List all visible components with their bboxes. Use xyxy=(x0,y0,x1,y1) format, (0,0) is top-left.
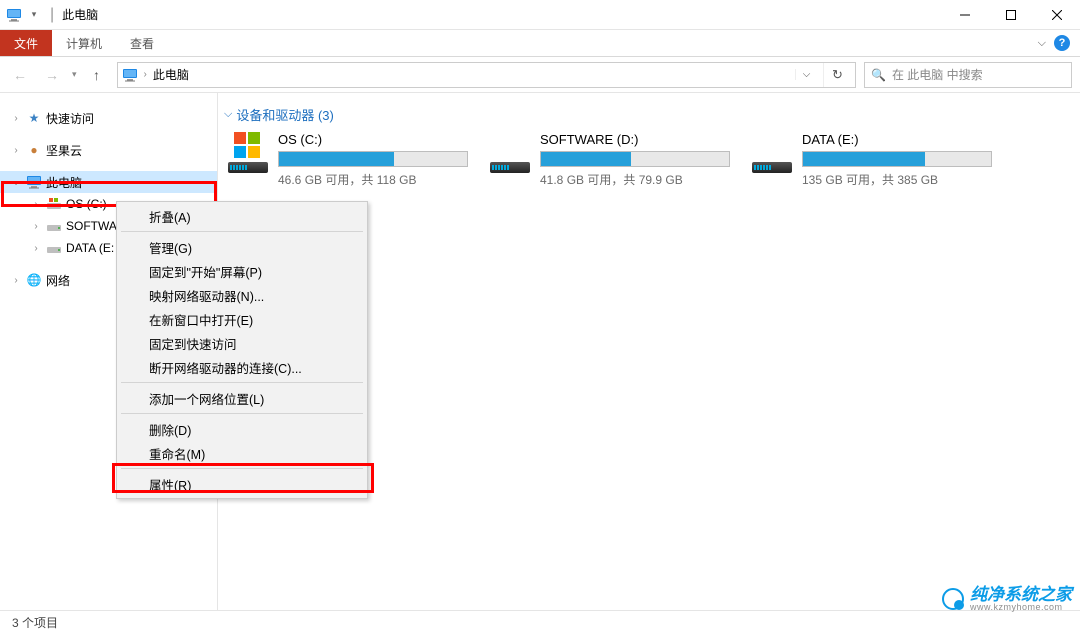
sidebar-label: DATA (E: xyxy=(66,241,114,255)
star-icon: ★ xyxy=(26,110,42,126)
address-dropdown-icon[interactable]: ⌵ xyxy=(795,69,817,80)
breadcrumb-chevron-icon[interactable]: › xyxy=(144,69,147,80)
drive-icon xyxy=(46,218,62,234)
menu-add-network-location[interactable]: 添加一个网络位置(L) xyxy=(119,386,365,410)
qat-dropdown-icon[interactable]: ▾ xyxy=(26,7,42,23)
chevron-right-icon[interactable]: › xyxy=(30,199,42,210)
menu-pin-start[interactable]: 固定到"开始"屏幕(P) xyxy=(119,259,365,283)
help-icon[interactable]: ? xyxy=(1054,35,1070,51)
watermark-icon xyxy=(942,588,964,610)
title-bar: ▾ | 此电脑 xyxy=(0,0,1080,30)
drive-free-text: 46.6 GB 可用，共 118 GB xyxy=(278,171,470,188)
drive-usage-bar xyxy=(278,151,468,167)
window-title: 此电脑 xyxy=(62,6,98,23)
status-bar: 3 个项目 xyxy=(0,610,1080,634)
close-button[interactable] xyxy=(1034,0,1080,30)
watermark-title: 纯净系统之家 xyxy=(970,586,1072,603)
menu-manage[interactable]: 管理(G) xyxy=(119,235,365,259)
windows-logo-icon xyxy=(234,132,262,160)
chevron-down-icon[interactable]: ⌵ xyxy=(10,177,22,188)
tab-view[interactable]: 查看 xyxy=(116,30,168,56)
drive-name: SOFTWARE (D:) xyxy=(540,132,732,147)
status-text: 3 个项目 xyxy=(12,614,58,631)
forward-button[interactable]: → xyxy=(40,63,64,87)
drive-usage-bar xyxy=(802,151,992,167)
chevron-right-icon[interactable]: › xyxy=(10,145,22,156)
tab-computer[interactable]: 计算机 xyxy=(52,30,116,56)
drive-name: DATA (E:) xyxy=(802,132,994,147)
sidebar-item-jianguoyun[interactable]: › ● 坚果云 xyxy=(0,139,217,161)
pc-icon xyxy=(26,174,42,190)
sidebar-label: OS (C:) xyxy=(66,197,107,211)
menu-map-drive[interactable]: 映射网络驱动器(N)... xyxy=(119,283,365,307)
drive-item[interactable]: OS (C:) 46.6 GB 可用，共 118 GB xyxy=(224,132,470,188)
drive-icon xyxy=(46,240,62,256)
menu-properties[interactable]: 属性(R) xyxy=(119,472,365,496)
history-dropdown-icon[interactable]: ▾ xyxy=(72,69,77,80)
menu-collapse[interactable]: 折叠(A) xyxy=(119,204,365,228)
drive-item[interactable]: DATA (E:) 135 GB 可用，共 385 GB xyxy=(748,132,994,188)
ribbon-tabs: 文件 计算机 查看 ⌵ ? xyxy=(0,30,1080,56)
search-input[interactable]: 🔍 在 此电脑 中搜索 xyxy=(864,62,1072,88)
address-bar[interactable]: › 此电脑 ⌵ ↻ xyxy=(117,62,856,88)
sidebar-label: 此电脑 xyxy=(46,174,82,191)
tab-file[interactable]: 文件 xyxy=(0,30,52,56)
drive-icon xyxy=(46,196,62,212)
sidebar-label: 快速访问 xyxy=(46,110,94,127)
drive-item[interactable]: SOFTWARE (D:) 41.8 GB 可用，共 79.9 GB xyxy=(486,132,732,188)
drive-free-text: 135 GB 可用，共 385 GB xyxy=(802,171,994,188)
sidebar-label: 网络 xyxy=(46,272,70,289)
nut-icon: ● xyxy=(26,142,42,158)
chevron-right-icon[interactable]: › xyxy=(10,113,22,124)
section-header[interactable]: ⌵ 设备和驱动器 (3) xyxy=(224,105,1070,124)
ribbon-collapse-icon[interactable]: ⌵ xyxy=(1038,37,1046,50)
ssd-icon xyxy=(752,162,792,173)
up-button[interactable]: ↑ xyxy=(85,63,109,87)
section-title: 设备和驱动器 (3) xyxy=(236,105,334,124)
navigation-bar: ← → ▾ ↑ › 此电脑 ⌵ ↻ 🔍 在 此电脑 中搜索 xyxy=(0,57,1080,93)
watermark: 纯净系统之家 www.kzmyhome.com xyxy=(942,586,1072,612)
search-placeholder: 在 此电脑 中搜索 xyxy=(892,66,983,83)
title-separator: | xyxy=(50,6,54,24)
maximize-button[interactable] xyxy=(988,0,1034,30)
drive-name: OS (C:) xyxy=(278,132,470,147)
chevron-right-icon[interactable]: › xyxy=(30,243,42,254)
watermark-url: www.kzmyhome.com xyxy=(970,603,1072,612)
menu-open-new-window[interactable]: 在新窗口中打开(E) xyxy=(119,307,365,331)
context-menu: 折叠(A) 管理(G) 固定到"开始"屏幕(P) 映射网络驱动器(N)... 在… xyxy=(116,201,368,499)
sidebar-item-quick-access[interactable]: › ★ 快速访问 xyxy=(0,107,217,129)
address-icon xyxy=(122,67,138,83)
drive-usage-bar xyxy=(540,151,730,167)
chevron-down-icon[interactable]: ⌵ xyxy=(224,108,232,121)
refresh-button[interactable]: ↻ xyxy=(823,63,851,87)
chevron-right-icon[interactable]: › xyxy=(10,275,22,286)
back-button[interactable]: ← xyxy=(8,63,32,87)
sidebar-label: 坚果云 xyxy=(46,142,82,159)
ssd-icon xyxy=(490,162,530,173)
menu-delete[interactable]: 删除(D) xyxy=(119,417,365,441)
minimize-button[interactable] xyxy=(942,0,988,30)
menu-pin-quick-access[interactable]: 固定到快速访问 xyxy=(119,331,365,355)
ssd-icon xyxy=(228,162,268,173)
network-icon: 🌐 xyxy=(26,272,42,288)
menu-rename[interactable]: 重命名(M) xyxy=(119,441,365,465)
chevron-right-icon[interactable]: › xyxy=(30,221,42,232)
search-icon: 🔍 xyxy=(871,68,886,82)
app-icon xyxy=(6,7,22,23)
address-text[interactable]: 此电脑 xyxy=(153,66,789,83)
sidebar-item-this-pc[interactable]: ⌵ 此电脑 xyxy=(0,171,217,193)
menu-disconnect-drive[interactable]: 断开网络驱动器的连接(C)... xyxy=(119,355,365,379)
drive-free-text: 41.8 GB 可用，共 79.9 GB xyxy=(540,171,732,188)
